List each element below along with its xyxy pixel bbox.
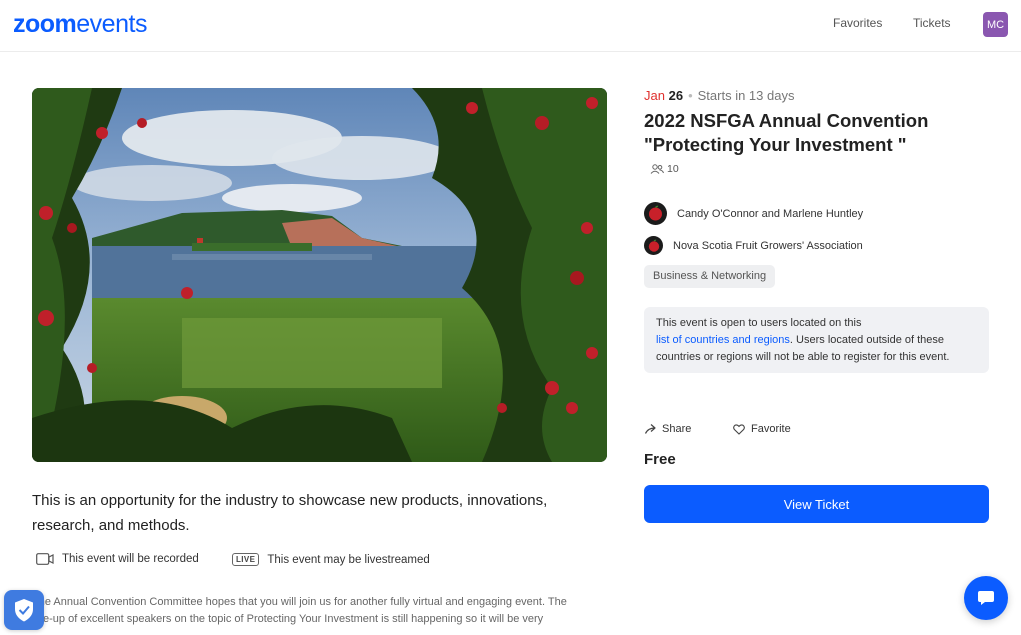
event-cover-image <box>32 88 607 462</box>
share-button[interactable]: Share <box>644 423 691 435</box>
logo-events-text: events <box>76 10 147 38</box>
organizer-association[interactable]: Nova Scotia Fruit Growers' Association <box>644 236 863 255</box>
livestream-label: This event may be livestreamed <box>267 553 430 566</box>
top-navigation-bar: zoomevents Favorites Tickets MC <box>0 0 1021 52</box>
category-tag[interactable]: Business & Networking <box>644 265 776 288</box>
event-date: Jan 26 • Starts in 13 days <box>644 88 794 104</box>
zoom-events-logo[interactable]: zoomevents <box>13 9 147 39</box>
ticket-price: Free <box>644 451 676 468</box>
starts-in-text: Starts in 13 days <box>697 88 795 103</box>
organizer-hosts-name: Candy O'Connor and Marlene Huntley <box>677 207 864 220</box>
event-day: 26 <box>668 88 684 103</box>
notice-text-start: This event is open to users located on t… <box>656 317 862 329</box>
chat-bubble-icon <box>978 591 994 605</box>
shield-check-icon <box>15 598 33 621</box>
countries-regions-link[interactable]: list of countries and regions <box>656 334 790 346</box>
people-icon <box>650 164 664 174</box>
heart-icon <box>733 423 745 435</box>
user-avatar[interactable]: MC <box>983 12 1008 37</box>
live-badge-icon: LIVE <box>232 553 260 566</box>
organizer-association-name: Nova Scotia Fruit Growers' Association <box>673 239 863 252</box>
apple-logo-icon <box>644 202 667 225</box>
view-ticket-button[interactable]: View Ticket <box>644 485 989 523</box>
body-line-1: The Annual Convention Committee hopes th… <box>32 596 567 608</box>
event-month: Jan <box>644 88 665 103</box>
nav-favorites-link[interactable]: Favorites <box>833 15 882 31</box>
date-separator-dot: • <box>688 88 693 103</box>
logo-zoom-text: zoom <box>13 10 77 38</box>
recorded-feature: This event will be recorded <box>36 553 199 565</box>
chat-support-button[interactable] <box>964 576 1008 620</box>
event-body-text: The Annual Convention Committee hopes th… <box>32 594 602 628</box>
event-short-description: This is an opportunity for the industry … <box>32 492 548 534</box>
event-title: 2022 NSFGA Annual Convention "Protecting… <box>644 110 929 155</box>
privacy-shield-button[interactable] <box>4 590 44 630</box>
body-line-2: line-up of excellent speakers on the top… <box>32 613 544 625</box>
share-icon <box>644 424 656 434</box>
attendee-count-value: 10 <box>667 163 679 175</box>
recorded-label: This event will be recorded <box>62 553 199 565</box>
region-restriction-notice: This event is open to users located on t… <box>644 307 989 373</box>
video-camera-icon <box>36 553 54 565</box>
livestream-feature: LIVE This event may be livestreamed <box>232 553 430 566</box>
apple-logo-icon <box>644 236 663 255</box>
share-label: Share <box>662 423 692 435</box>
nav-tickets-link[interactable]: Tickets <box>913 15 951 31</box>
attendee-count: 10 <box>650 163 679 175</box>
favorite-button[interactable]: Favorite <box>733 423 791 435</box>
favorite-label: Favorite <box>751 423 791 435</box>
organizer-hosts[interactable]: Candy O'Connor and Marlene Huntley <box>644 202 863 225</box>
